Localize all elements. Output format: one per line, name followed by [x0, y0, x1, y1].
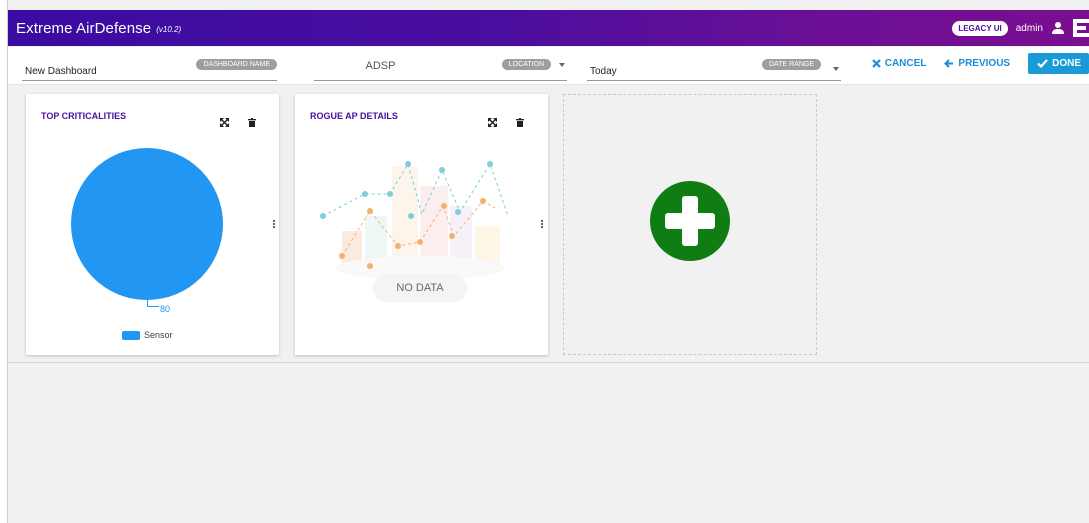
- widget-title: ROGUE AP DETAILS: [310, 111, 398, 121]
- window-left-border: [0, 0, 8, 523]
- legend-swatch-sensor: [122, 330, 140, 340]
- previous-button[interactable]: PREVIOUS: [944, 58, 1010, 69]
- user-icon[interactable]: [1051, 21, 1065, 35]
- user-name[interactable]: admin: [1016, 23, 1043, 34]
- cancel-label: CANCEL: [884, 58, 927, 69]
- widget-title: TOP CRITICALITIES: [41, 111, 127, 121]
- app-version: (v10.2): [156, 25, 182, 34]
- location-value: ADSP: [365, 60, 396, 72]
- pie-legend[interactable]: Sensor: [122, 330, 173, 340]
- chevron-down-icon[interactable]: [559, 63, 565, 67]
- pie-slice-sensor: [71, 148, 223, 300]
- no-data-illustration: [320, 161, 509, 280]
- dashboard-name-chip: DASHBOARD NAME: [196, 59, 277, 70]
- add-widget-button[interactable]: [650, 181, 730, 261]
- extreme-logo-icon[interactable]: [1073, 19, 1089, 37]
- app-header: Extreme AirDefense (v10.2) LEGACY UI adm…: [8, 10, 1089, 46]
- pie-data-label: 80: [160, 304, 171, 314]
- previous-label: PREVIOUS: [958, 58, 1011, 69]
- expand-icon[interactable]: [488, 114, 497, 132]
- app-title: Extreme AirDefense: [16, 19, 152, 37]
- legend-label-sensor: Sensor: [144, 330, 173, 340]
- done-label: DONE: [1052, 58, 1081, 69]
- check-icon: [1037, 59, 1048, 68]
- trash-icon[interactable]: [516, 114, 524, 132]
- add-widget-slot[interactable]: [563, 94, 817, 355]
- expand-icon[interactable]: [220, 114, 229, 132]
- no-data-label: NO DATA: [373, 274, 467, 302]
- trash-icon[interactable]: [248, 114, 256, 132]
- date-range-value: Today: [590, 66, 617, 77]
- kebab-menu-icon[interactable]: [273, 220, 275, 228]
- plus-icon-bar: [665, 213, 715, 229]
- widget-rogue-ap-details: ROGUE AP DETAILS NO DATA: [295, 94, 548, 355]
- dashboard-toolbar: New Dashboard DASHBOARD NAME ADSP LOCATI…: [8, 47, 1089, 85]
- date-range-chip: DATE RANGE: [762, 59, 821, 70]
- location-select[interactable]: ADSP LOCATION: [314, 55, 567, 81]
- chevron-down-icon[interactable]: [833, 67, 839, 71]
- done-button[interactable]: DONE: [1028, 53, 1089, 74]
- close-icon: [871, 59, 881, 68]
- legacy-ui-button[interactable]: LEGACY UI: [952, 20, 1008, 36]
- widget-top-criticalities: TOP CRITICALITIES 80 Sensor: [26, 94, 279, 355]
- toolbar-actions: CANCEL PREVIOUS DONE: [871, 53, 1089, 74]
- header-right: LEGACY UI admin: [952, 19, 1089, 37]
- dashboard-name-field[interactable]: New Dashboard DASHBOARD NAME: [22, 55, 277, 81]
- dashboard-name-value: New Dashboard: [25, 66, 97, 77]
- cancel-button[interactable]: CANCEL: [871, 58, 927, 69]
- date-range-select[interactable]: Today DATE RANGE: [587, 55, 841, 81]
- arrow-left-icon: [944, 59, 954, 68]
- dashboard-divider: [8, 362, 1089, 363]
- kebab-menu-icon[interactable]: [541, 220, 543, 228]
- pie-label-leader: [147, 299, 159, 307]
- location-chip: LOCATION: [501, 59, 551, 70]
